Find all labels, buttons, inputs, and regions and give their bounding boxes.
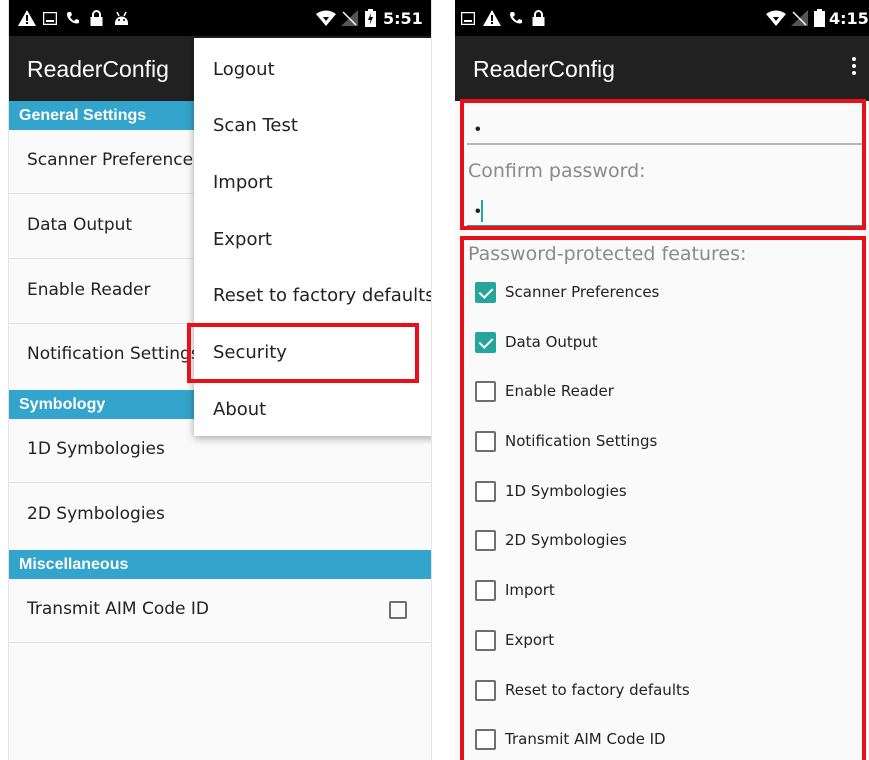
status-time: 4:15 [829, 9, 869, 28]
status-bar: 5:51 [9, 0, 431, 36]
section-header-miscellaneous: Miscellaneous [9, 550, 431, 579]
menu-item-label: Export [213, 229, 272, 250]
phone-icon [65, 8, 81, 28]
image-icon [42, 8, 58, 28]
image-icon [460, 8, 476, 28]
feature-label: Transmit AIM Code ID [505, 730, 666, 748]
pref-2d-symbologies[interactable]: 2D Symbologies [9, 484, 431, 548]
no-signal-icon [790, 8, 808, 28]
menu-item-label: Scan Test [213, 115, 298, 136]
right-screenshot: 4:15 ReaderConfig • Confirm password: • … [455, 0, 869, 760]
no-signal-icon [340, 8, 358, 28]
menu-item-import[interactable]: Import [194, 153, 431, 210]
app-title: ReaderConfig [27, 56, 169, 82]
pref-label: Transmit AIM Code ID [27, 599, 210, 619]
pref-label: Data Output [27, 215, 133, 235]
transmit-aim-checkbox[interactable] [389, 601, 407, 619]
lock-icon [89, 8, 103, 28]
menu-item-label: About [213, 399, 267, 420]
menu-item-label: Security [213, 342, 287, 363]
menu-item-label: Import [213, 172, 273, 193]
pref-label: Notification Settings [27, 344, 200, 364]
warning-icon [482, 8, 502, 28]
overflow-menu: Logout Scan Test Import Export Reset to … [194, 38, 432, 437]
feature-label: Scanner Preferences [505, 283, 660, 301]
checkbox[interactable] [475, 381, 496, 402]
status-time: 5:51 [383, 9, 423, 28]
status-bar: 4:15 [455, 0, 869, 36]
feature-label: Enable Reader [505, 382, 614, 400]
confirm-password-label: Confirm password: [468, 160, 646, 182]
menu-item-about[interactable]: About [194, 380, 431, 437]
feature-label: Export [505, 631, 555, 649]
text-cursor [481, 200, 483, 222]
warning-icon [17, 8, 37, 28]
confirm-password-field[interactable]: • [467, 195, 863, 227]
app-title: ReaderConfig [473, 56, 615, 82]
checkbox[interactable] [475, 580, 496, 601]
app-bar: ReaderConfig [455, 36, 869, 101]
checkbox[interactable] [475, 630, 496, 651]
password-value: • [475, 121, 481, 138]
more-vert-icon[interactable] [847, 54, 861, 84]
password-field[interactable]: • [467, 113, 863, 145]
feature-label: Data Output [505, 333, 598, 351]
pref-label: Scanner Preferences [27, 150, 202, 170]
battery-icon [813, 8, 825, 28]
battery-icon [364, 8, 376, 28]
wifi-icon [766, 8, 786, 28]
wifi-icon [316, 8, 336, 28]
checkbox[interactable] [475, 431, 496, 452]
menu-item-export[interactable]: Export [194, 210, 431, 267]
feature-label: 1D Symbologies [505, 482, 627, 500]
menu-item-security[interactable]: Security [194, 323, 431, 380]
phone-icon [508, 8, 524, 28]
pref-label: 1D Symbologies [27, 439, 165, 459]
feature-label: Import [505, 581, 555, 599]
checkbox-checked[interactable] [475, 332, 496, 353]
left-screenshot: 5:51 ReaderConfig General Settings Scann… [8, 0, 432, 760]
protected-features-label: Password-protected features: [468, 243, 747, 265]
feature-label: Reset to factory defaults [505, 681, 690, 699]
pref-transmit-aim-code-id[interactable]: Transmit AIM Code ID [9, 579, 431, 643]
menu-item-label: Logout [213, 59, 275, 80]
checkbox[interactable] [475, 481, 496, 502]
pref-label: Enable Reader [27, 280, 151, 300]
android-icon [113, 8, 129, 28]
menu-item-reset-factory-defaults[interactable]: Reset to factory defaults [194, 266, 432, 323]
feature-label: Notification Settings [505, 432, 658, 450]
checkbox[interactable] [475, 530, 496, 551]
confirm-password-value: • [475, 203, 481, 220]
menu-item-logout[interactable]: Logout [194, 40, 431, 97]
lock-icon [531, 8, 545, 28]
feature-label: 2D Symbologies [505, 531, 627, 549]
checkbox[interactable] [475, 729, 496, 750]
checkbox[interactable] [475, 680, 496, 701]
checkbox-checked[interactable] [475, 282, 496, 303]
menu-item-label: Reset to factory defaults [213, 285, 432, 306]
pref-label: 2D Symbologies [27, 504, 165, 524]
menu-item-scan-test[interactable]: Scan Test [194, 96, 431, 153]
